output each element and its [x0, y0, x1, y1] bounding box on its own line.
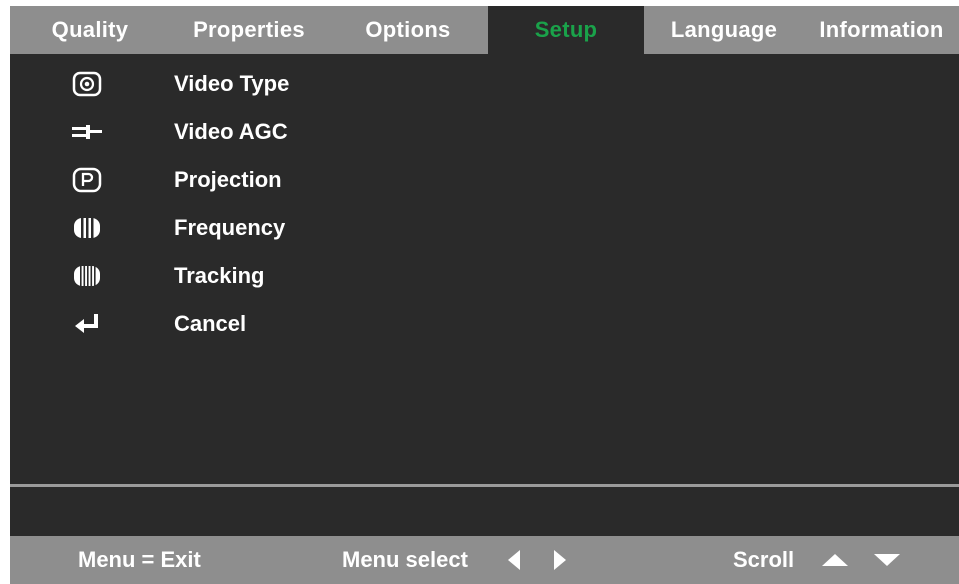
menu-item-label: Video Type [174, 71, 290, 96]
menu-item-label: Video AGC [174, 119, 288, 144]
menu-item-label: Frequency [174, 215, 286, 240]
tracking-icon [70, 261, 104, 291]
menu-item-label: Tracking [174, 263, 265, 288]
menu-item-frequency[interactable]: Frequency [10, 208, 959, 248]
arrow-left-icon [506, 536, 524, 584]
menu-select-hint: Menu select [342, 547, 468, 572]
menu-item-label: Cancel [174, 311, 247, 336]
scroll-hint: Scroll [733, 547, 795, 572]
video-agc-icon [70, 117, 104, 147]
tab-setup[interactable]: Setup [488, 6, 644, 54]
menu-item-video-agc[interactable]: Video AGC [10, 112, 959, 152]
tab-bar: Quality Properties Options Setup Languag… [10, 6, 959, 54]
return-arrow-icon [70, 309, 104, 339]
tab-quality[interactable]: Quality [10, 6, 170, 54]
tab-information[interactable]: Information [804, 6, 959, 54]
projection-icon [70, 165, 104, 195]
menu-item-tracking[interactable]: Tracking [10, 256, 959, 296]
arrow-right-icon [550, 536, 568, 584]
menu-exit-hint: Menu = Exit [78, 547, 201, 572]
tab-options[interactable]: Options [328, 6, 488, 54]
footer-hint-bar: Menu = Exit Menu select Scroll [10, 536, 959, 584]
menu-item-video-type[interactable]: Video Type [10, 64, 959, 104]
tab-language[interactable]: Language [644, 6, 804, 54]
arrow-down-icon [872, 536, 902, 584]
tab-properties[interactable]: Properties [170, 6, 328, 54]
video-type-icon [70, 69, 104, 99]
frequency-icon [70, 213, 104, 243]
divider [10, 484, 959, 487]
menu-item-label: Projection [174, 167, 282, 192]
arrow-up-icon [820, 536, 850, 584]
osd-menu-window: Quality Properties Options Setup Languag… [10, 6, 959, 584]
menu-item-projection[interactable]: Projection [10, 160, 959, 200]
menu-item-cancel[interactable]: Cancel [10, 304, 959, 344]
